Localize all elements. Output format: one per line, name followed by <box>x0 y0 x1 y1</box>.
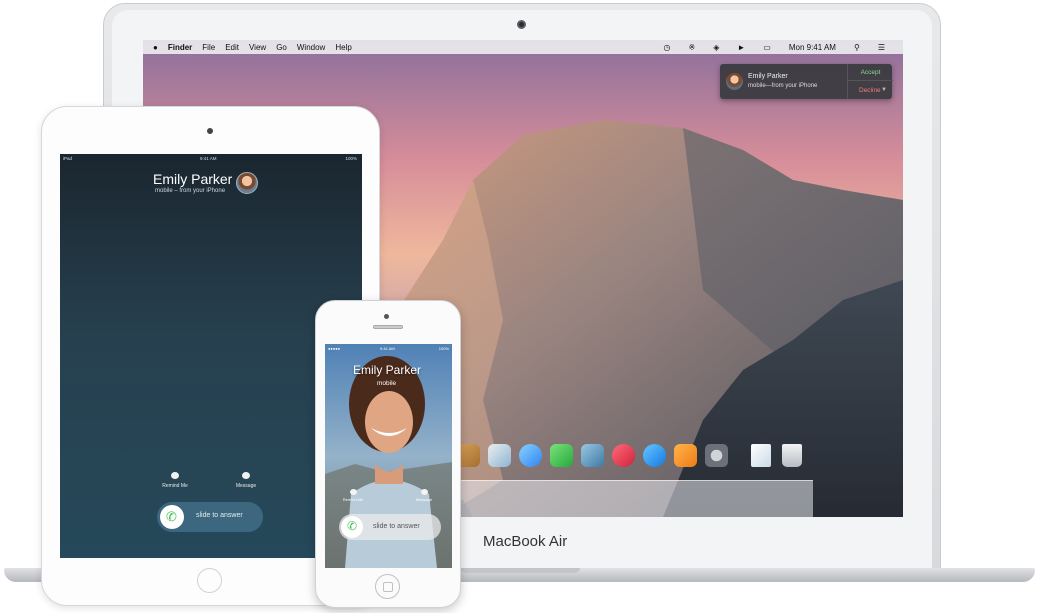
alarm-clock-icon <box>171 472 179 479</box>
menu-finder[interactable]: Finder <box>168 43 192 52</box>
dock-facetime-icon[interactable] <box>550 444 573 467</box>
speech-bubble-icon <box>242 472 250 479</box>
volume-icon[interactable]: ► <box>737 43 745 52</box>
ipad-device-label: iPad <box>63 156 73 161</box>
menu-file[interactable]: File <box>202 43 215 52</box>
macbook-brand-label: MacBook Air <box>483 533 568 550</box>
menu-clock[interactable]: Mon 9:41 AM <box>789 43 836 52</box>
wifi-icon[interactable]: ◈ <box>713 43 719 52</box>
iphone-battery-percent: 100% <box>438 346 449 351</box>
dock-documents-icon[interactable] <box>751 444 771 467</box>
ipad-camera <box>207 128 213 134</box>
menu-view[interactable]: View <box>249 43 266 52</box>
ipad-remind-me-button[interactable]: Remind Me <box>155 472 195 489</box>
dock-messages-icon[interactable] <box>519 444 542 467</box>
ipad-remind-me-label: Remind Me <box>162 483 188 489</box>
iphone-message-label: Message <box>415 497 433 502</box>
dock-photos-icon[interactable] <box>581 444 604 467</box>
ipad-caller-name: Emily Parker <box>153 171 233 187</box>
accept-button[interactable]: Accept <box>848 64 893 81</box>
dock-ibooks-icon[interactable] <box>674 444 697 467</box>
dock-music-icon[interactable] <box>612 444 635 467</box>
dock-app-store-icon[interactable] <box>643 444 666 467</box>
ipad-battery-percent: 100% <box>345 156 357 161</box>
alarm-clock-icon <box>349 489 357 495</box>
menu-extras: ◷ ※ ◈ ► ▭ Mon 9:41 AM ⚲ ☰ <box>664 40 896 54</box>
iphone-speaker <box>373 325 403 329</box>
chevron-down-icon[interactable]: ▼ <box>881 87 887 93</box>
notification-subtitle: mobile—from your iPhone <box>748 83 818 89</box>
iphone-signal-dots: ●●●●● <box>328 346 341 351</box>
devices-scene: ● Finder File Edit View Go Window Help ◷… <box>0 0 1039 613</box>
ipad-home-button[interactable] <box>197 568 222 593</box>
iphone-camera <box>384 314 389 319</box>
battery-icon[interactable]: ▭ <box>763 43 771 52</box>
trash-icon[interactable] <box>782 444 802 467</box>
notification-caller-name: Emily Parker <box>748 73 788 80</box>
menu-go[interactable]: Go <box>276 43 287 52</box>
iphone-remind-me-label: Remind Me <box>342 497 364 502</box>
notification-center-icon[interactable]: ☰ <box>878 43 885 52</box>
macbook-camera <box>517 20 526 29</box>
bluetooth-icon[interactable]: ※ <box>688 43 695 52</box>
iphone-caller-subtitle: mobile <box>377 380 397 387</box>
spotlight-search-icon[interactable]: ⚲ <box>854 43 860 52</box>
dock-system-preferences-icon[interactable] <box>705 444 728 467</box>
iphone-message-button[interactable]: Message <box>409 489 439 502</box>
ipad-caller-subtitle: mobile – from your iPhone <box>155 188 226 194</box>
notification-buttons: Accept Decline ▼ <box>847 64 893 99</box>
speech-bubble-icon <box>420 489 428 495</box>
menu-help[interactable]: Help <box>335 43 351 52</box>
caller-avatar <box>726 73 743 90</box>
phone-icon: ✆ <box>166 509 177 524</box>
menu-edit[interactable]: Edit <box>225 43 239 52</box>
iphone-home-button[interactable] <box>375 574 400 599</box>
ipad-slide-to-answer-label: slide to answer <box>196 512 243 519</box>
ipad-message-label: Message <box>235 483 257 489</box>
phone-icon: ✆ <box>347 519 358 533</box>
ipad-status-bar: iPad 9:41 AM 100% <box>60 156 362 164</box>
iphone-screen: ●●●●● 9:41 AM 100% Emily Parker mobile R… <box>325 344 452 568</box>
iphone-slide-to-answer-label: slide to answer <box>373 523 420 530</box>
ipad-status-time: 9:41 AM <box>200 156 217 161</box>
menu-window[interactable]: Window <box>297 43 325 52</box>
iphone-status-time: 9:41 AM <box>380 346 395 351</box>
macbook-opening-notch <box>460 568 580 573</box>
ipad-message-button[interactable]: Message <box>226 472 266 489</box>
apple-menu-icon[interactable]: ● <box>153 43 158 52</box>
iphone-caller-name: Emily Parker <box>353 363 422 377</box>
mac-menu-bar: ● Finder File Edit View Go Window Help ◷… <box>143 40 903 54</box>
incoming-call-notification: Emily Parker mobile—from your iPhone Acc… <box>720 64 893 99</box>
dock <box>453 480 813 517</box>
time-machine-icon[interactable]: ◷ <box>664 43 671 52</box>
dock-preview-icon[interactable] <box>488 444 511 467</box>
iphone-remind-me-button[interactable]: Remind Me <box>338 489 368 502</box>
ipad-caller-avatar <box>236 172 258 194</box>
